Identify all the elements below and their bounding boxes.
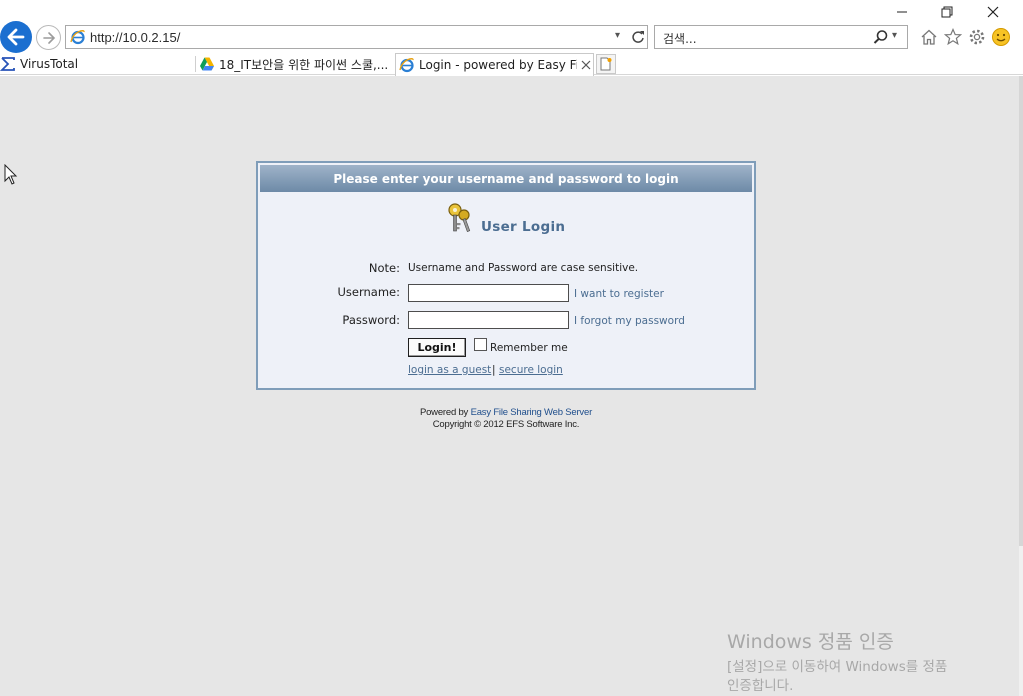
minimize-button[interactable] bbox=[882, 2, 922, 22]
username-label: Username: bbox=[337, 285, 401, 299]
mouse-cursor-icon bbox=[4, 164, 18, 185]
password-field[interactable] bbox=[408, 311, 569, 329]
close-icon bbox=[987, 6, 999, 18]
tab-login[interactable]: Login - powered by Easy Fi... bbox=[395, 53, 594, 76]
tab-bar: VirusTotal 18_IT보안을 위한 파이썬 스쿨,... Login … bbox=[0, 53, 1023, 76]
back-button[interactable] bbox=[0, 21, 32, 53]
home-button[interactable] bbox=[918, 25, 940, 49]
close-tab-icon[interactable] bbox=[581, 60, 591, 70]
login-button[interactable]: Login! bbox=[408, 338, 466, 357]
link-separator: | bbox=[492, 364, 496, 376]
search-box[interactable]: 검색... ▾ bbox=[654, 25, 908, 49]
address-dropdown-icon[interactable]: ▾ bbox=[615, 30, 620, 41]
watermark-line-3: 인증합니다. bbox=[727, 678, 794, 694]
settings-button[interactable] bbox=[966, 25, 988, 49]
copyright-text: Copyright © 2012 EFS Software Inc. bbox=[432, 419, 580, 430]
minimize-icon bbox=[897, 11, 907, 13]
login-panel: Please enter your username and password … bbox=[256, 161, 756, 390]
home-icon bbox=[921, 29, 937, 45]
forgot-password-link[interactable]: I forgot my password bbox=[574, 315, 685, 327]
guest-login-link[interactable]: login as a guest bbox=[408, 364, 491, 376]
tab-virustotal[interactable]: VirusTotal bbox=[0, 53, 193, 75]
username-field[interactable] bbox=[408, 284, 569, 302]
remember-me-label[interactable]: Remember me bbox=[490, 342, 568, 354]
secure-login-link[interactable]: secure login bbox=[499, 364, 563, 376]
search-icon[interactable] bbox=[873, 29, 889, 45]
forward-button[interactable] bbox=[36, 25, 61, 50]
refresh-icon[interactable] bbox=[629, 28, 647, 46]
new-tab-button[interactable] bbox=[596, 54, 616, 74]
settings-gear-icon bbox=[969, 29, 985, 45]
vertical-scrollbar[interactable] bbox=[1019, 76, 1023, 696]
note-label: Note: bbox=[368, 261, 400, 275]
tab-label: VirusTotal bbox=[20, 57, 79, 71]
tab-google-drive[interactable]: 18_IT보안을 위한 파이썬 스쿨,... bbox=[196, 53, 394, 75]
sigma-icon bbox=[0, 57, 15, 71]
page-footer: Powered by Easy File Sharing Web Server … bbox=[256, 407, 811, 431]
watermark-line-2: [설정]으로 이동하여 Windows를 정품 bbox=[727, 659, 948, 675]
restore-icon bbox=[941, 6, 953, 18]
ie-logo-icon bbox=[399, 58, 414, 73]
powered-by-prefix: Powered by bbox=[419, 407, 469, 418]
search-placeholder[interactable]: 검색... bbox=[663, 30, 697, 47]
favorites-button[interactable] bbox=[942, 25, 964, 49]
new-tab-icon bbox=[600, 57, 612, 71]
smiley-feedback-icon bbox=[992, 28, 1010, 46]
address-bar[interactable]: http://10.0.2.15/ ▾ bbox=[65, 25, 648, 49]
restore-button[interactable] bbox=[927, 2, 967, 22]
watermark-title: Windows 정품 인증 bbox=[727, 631, 894, 653]
tab-label: Login - powered by Easy Fi... bbox=[419, 58, 577, 72]
windows-activation-watermark: Windows 정품 인증 [설정]으로 이동하여 Windows를 정품 인증… bbox=[727, 627, 947, 696]
search-dropdown-icon[interactable]: ▾ bbox=[892, 30, 897, 41]
browser-chrome: http://10.0.2.15/ ▾ 검색... ▾ VirusTotal 1… bbox=[0, 0, 1023, 76]
feedback-button[interactable] bbox=[990, 25, 1012, 49]
keys-icon bbox=[448, 203, 471, 233]
remember-me-checkbox[interactable] bbox=[474, 338, 487, 351]
close-window-button[interactable] bbox=[973, 2, 1013, 22]
ie-logo-icon bbox=[70, 30, 85, 45]
login-header: Please enter your username and password … bbox=[260, 165, 752, 192]
powered-by-line: Powered by Easy File Sharing Web Server bbox=[201, 407, 811, 419]
note-text: Username and Password are case sensitive… bbox=[408, 262, 639, 274]
password-label: Password: bbox=[342, 313, 400, 327]
powered-by-link[interactable]: Easy File Sharing Web Server bbox=[471, 407, 593, 418]
register-link[interactable]: I want to register bbox=[574, 288, 664, 300]
scrollbar-thumb[interactable] bbox=[1019, 76, 1023, 546]
google-drive-icon bbox=[200, 57, 214, 71]
tab-label: 18_IT보안을 위한 파이썬 스쿨,... bbox=[219, 57, 389, 72]
forward-arrow-icon bbox=[42, 31, 55, 44]
user-login-title: User Login bbox=[481, 219, 566, 235]
address-url[interactable]: http://10.0.2.15/ bbox=[90, 30, 180, 45]
favorites-star-icon bbox=[944, 28, 962, 46]
back-arrow-icon bbox=[7, 28, 25, 46]
